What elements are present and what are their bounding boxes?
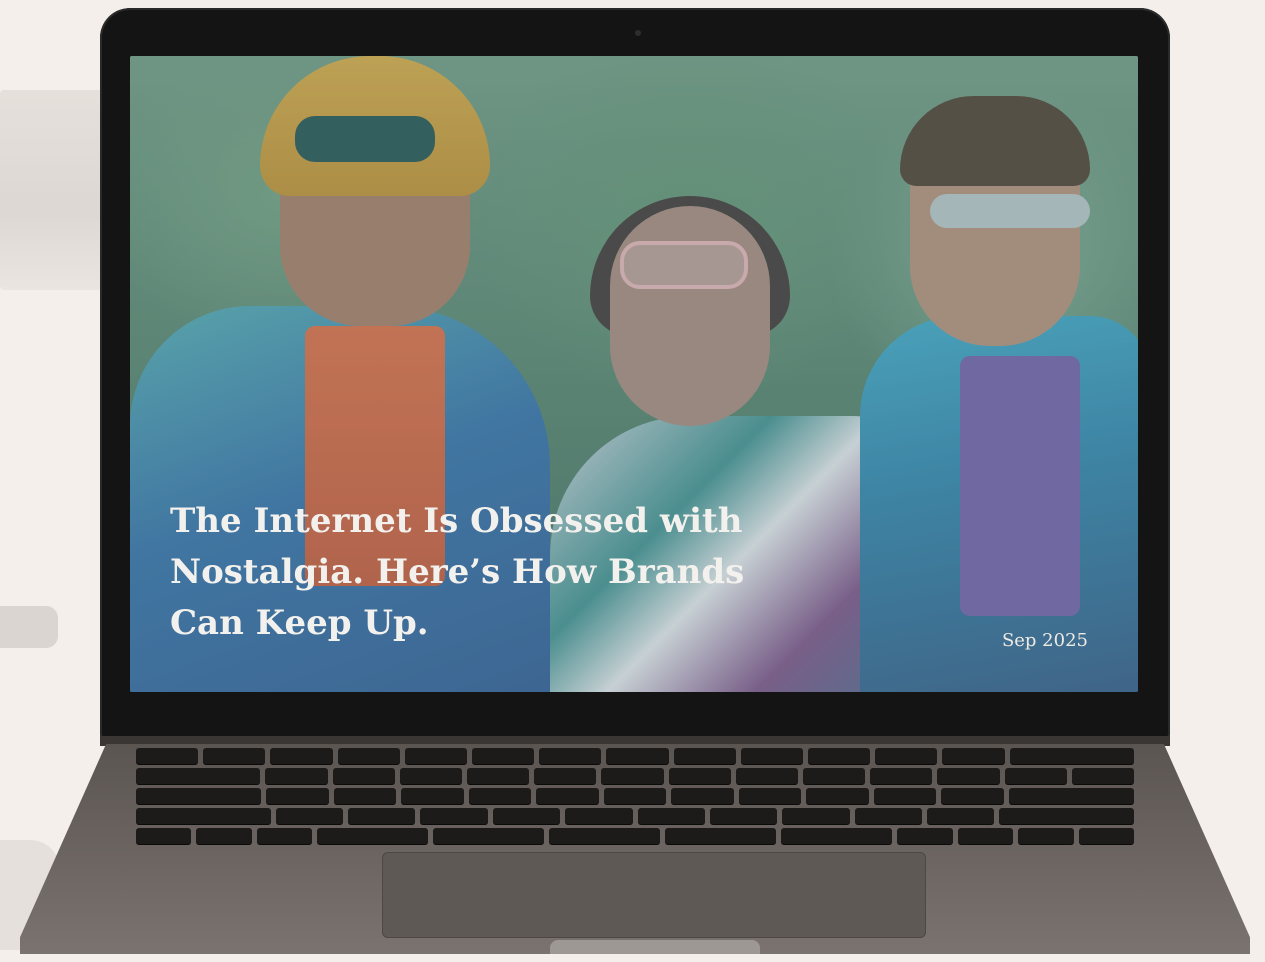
article-date: Sep 2025 bbox=[1001, 630, 1088, 651]
background-device-decor bbox=[0, 90, 110, 290]
article-headline[interactable]: The Internet Is Obsessed with Nostalgia.… bbox=[170, 496, 750, 649]
laptop-lid: The Internet Is Obsessed with Nostalgia.… bbox=[100, 8, 1170, 740]
keyboard-row bbox=[136, 808, 1135, 824]
background-object-decor bbox=[0, 606, 58, 648]
keyboard bbox=[128, 748, 1142, 844]
keyboard-row bbox=[136, 748, 1135, 764]
laptop-base bbox=[20, 744, 1250, 954]
keyboard-row bbox=[136, 768, 1135, 784]
laptop-screen: The Internet Is Obsessed with Nostalgia.… bbox=[130, 56, 1138, 692]
camera-icon bbox=[635, 30, 641, 36]
keyboard-row bbox=[136, 788, 1134, 804]
keyboard-row bbox=[136, 828, 1134, 844]
trackpad bbox=[382, 852, 926, 938]
laptop-front-lip bbox=[550, 940, 760, 954]
